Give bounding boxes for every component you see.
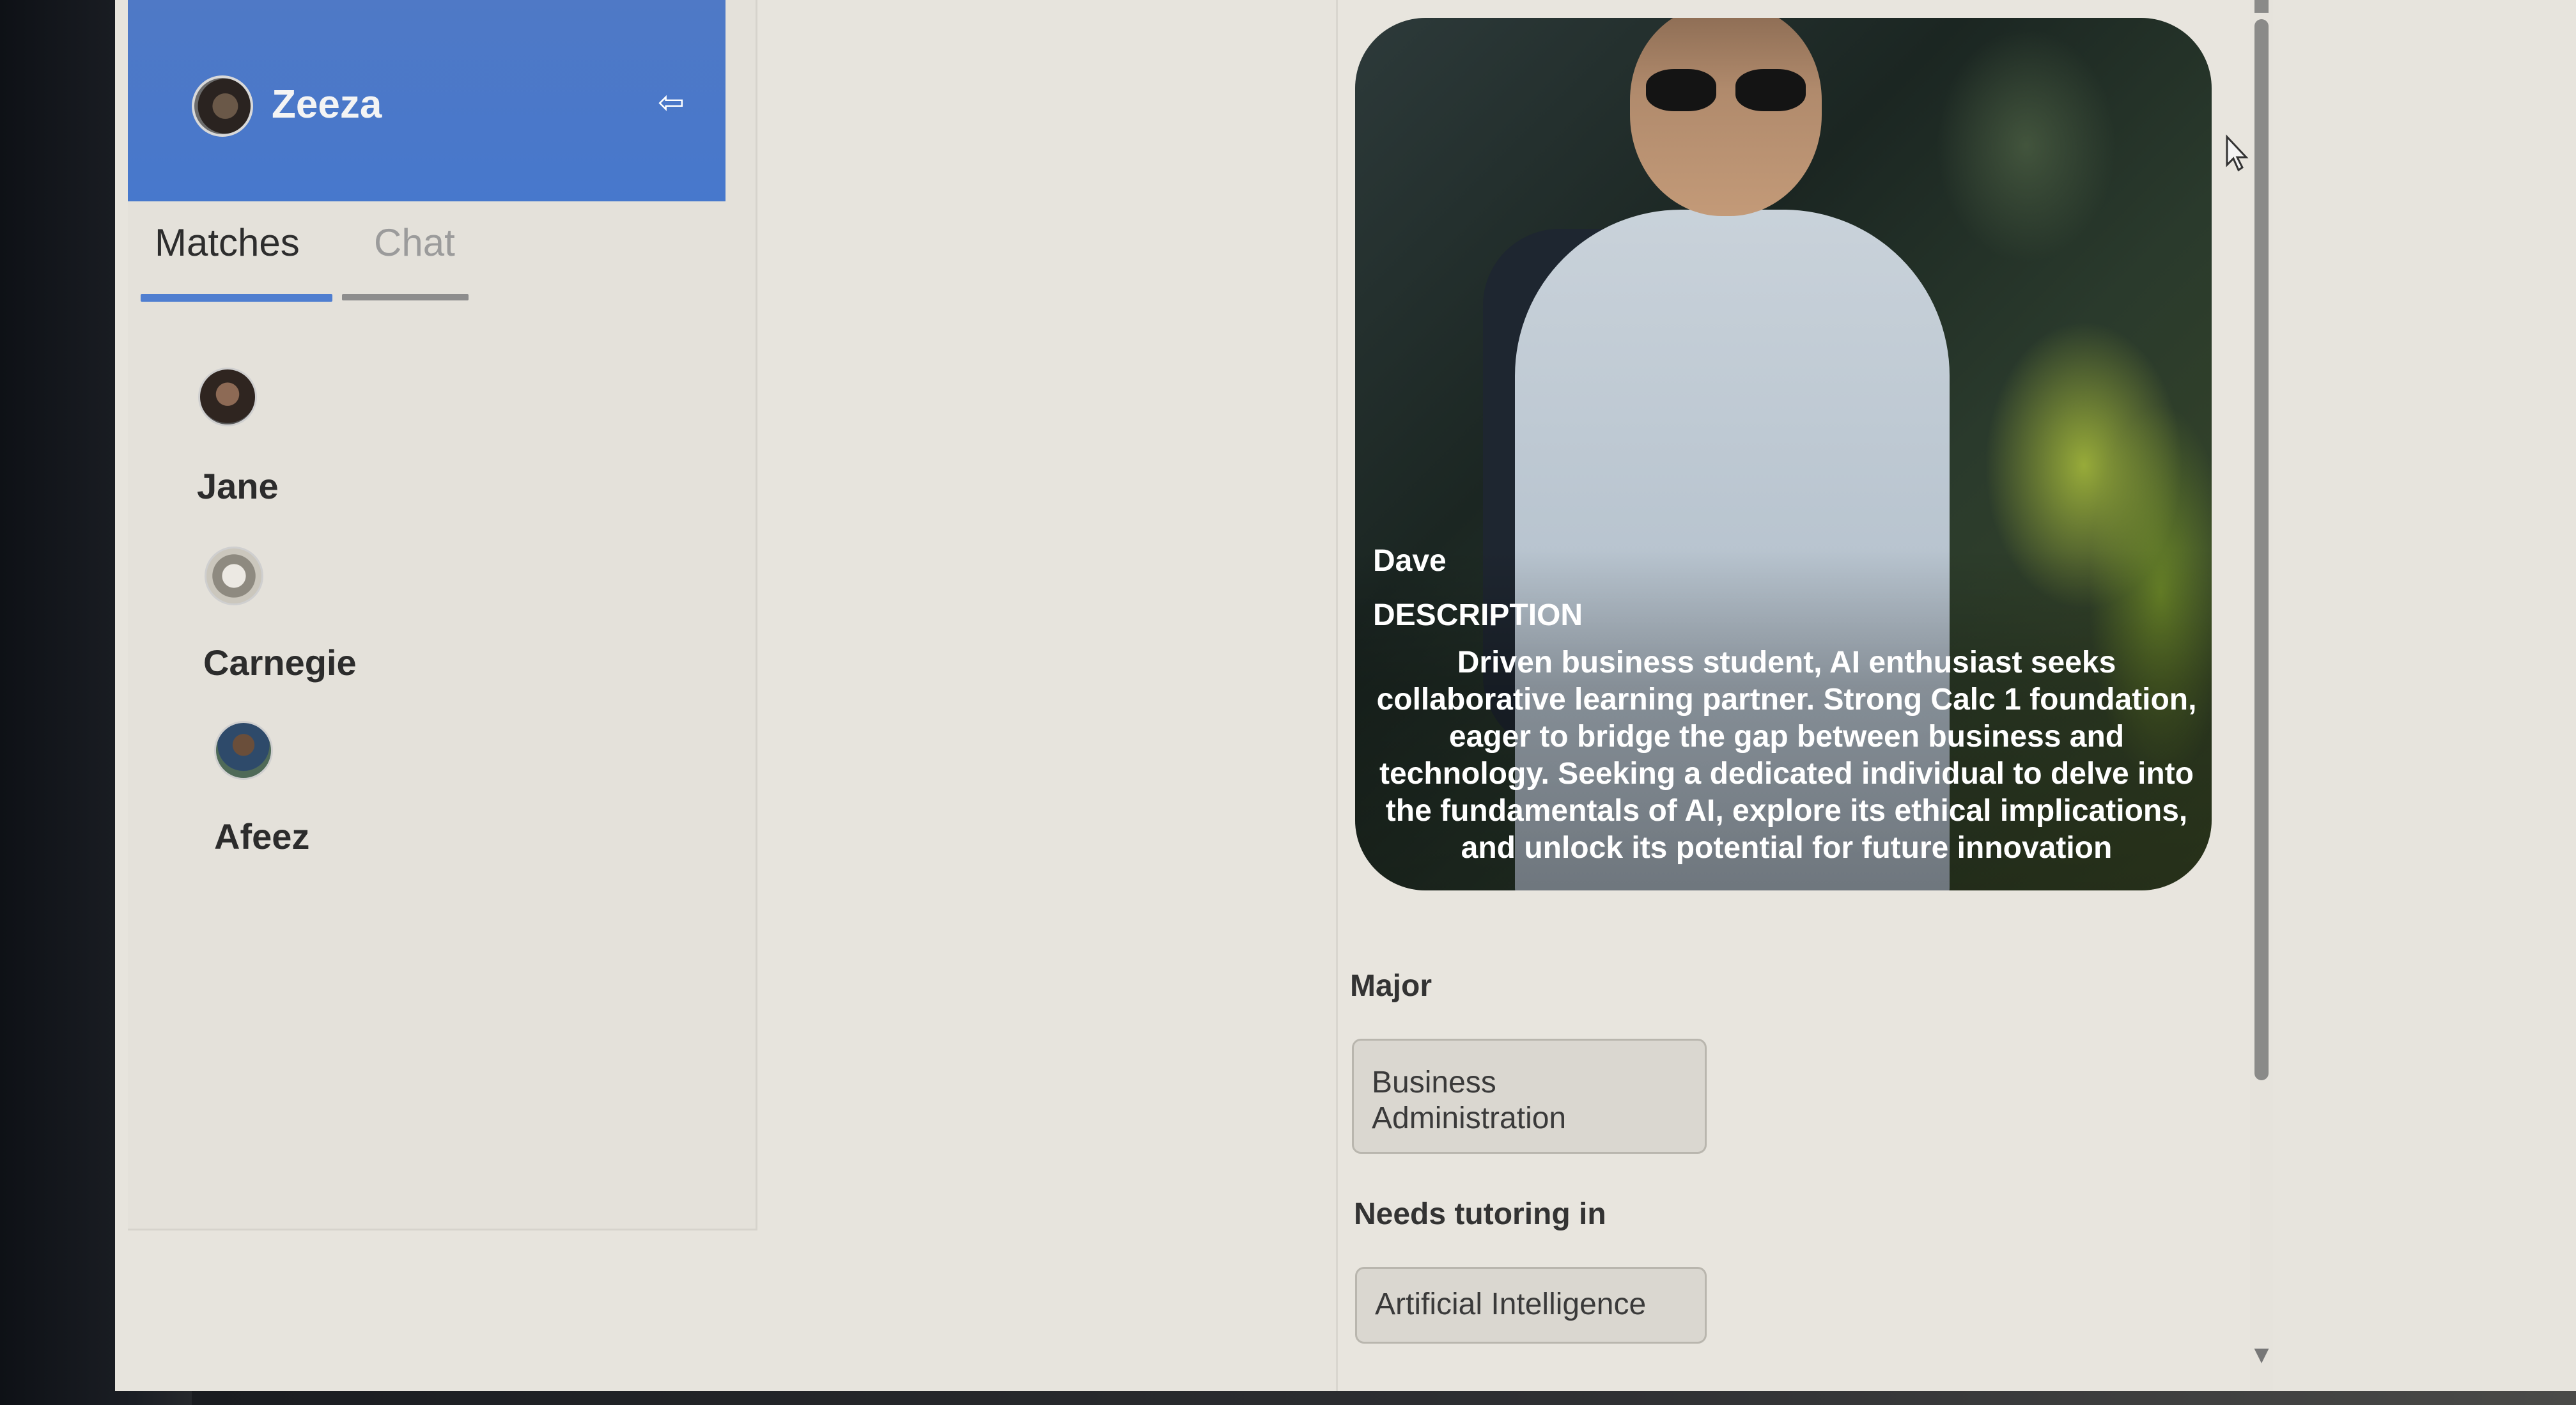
tabs: Matches Chat xyxy=(141,221,524,310)
tab-matches[interactable]: Matches xyxy=(155,221,300,265)
major-chip: Business Administration xyxy=(1352,1039,1707,1154)
scroll-down-arrow[interactable]: ▼ xyxy=(2250,1342,2273,1368)
avatar xyxy=(198,368,257,426)
profile-name: Dave xyxy=(1373,544,1447,578)
match-name: Carnegie xyxy=(203,642,357,683)
description-label: DESCRIPTION xyxy=(1373,598,1583,632)
match-name: Jane xyxy=(197,466,279,506)
user-name: Zeeza xyxy=(272,82,382,127)
avatar xyxy=(205,547,263,605)
major-label: Major xyxy=(1350,969,1432,1003)
tutoring-chip: Artificial Intelligence xyxy=(1355,1267,1707,1344)
mouse-cursor-icon xyxy=(2226,134,2249,172)
logout-icon[interactable]: ⇦ xyxy=(652,83,690,121)
match-name: Afeez xyxy=(214,816,310,857)
avatar xyxy=(214,721,273,780)
profile-description: Driven business student, AI enthusiast s… xyxy=(1376,646,2197,865)
sidebar-header: Zeeza ⇦ xyxy=(128,0,725,201)
photo-head xyxy=(1630,18,1822,216)
tab-chat[interactable]: Chat xyxy=(374,221,455,265)
screen: Zeeza ⇦ Matches Chat Jane Carnegie Afeez xyxy=(0,0,2576,1405)
tab-chat-indicator xyxy=(342,294,469,300)
photo-sunglasses xyxy=(1646,69,1806,114)
scrollbar-thumb[interactable] xyxy=(2254,19,2269,1080)
monitor-bezel-bottom xyxy=(192,1391,2576,1405)
user-avatar[interactable] xyxy=(192,75,253,137)
tutoring-label: Needs tutoring in xyxy=(1354,1197,1606,1231)
scroll-up-arrow[interactable] xyxy=(2254,0,2269,13)
tab-matches-indicator xyxy=(141,294,332,302)
sidebar: Zeeza ⇦ Matches Chat Jane Carnegie Afeez xyxy=(128,0,757,1230)
